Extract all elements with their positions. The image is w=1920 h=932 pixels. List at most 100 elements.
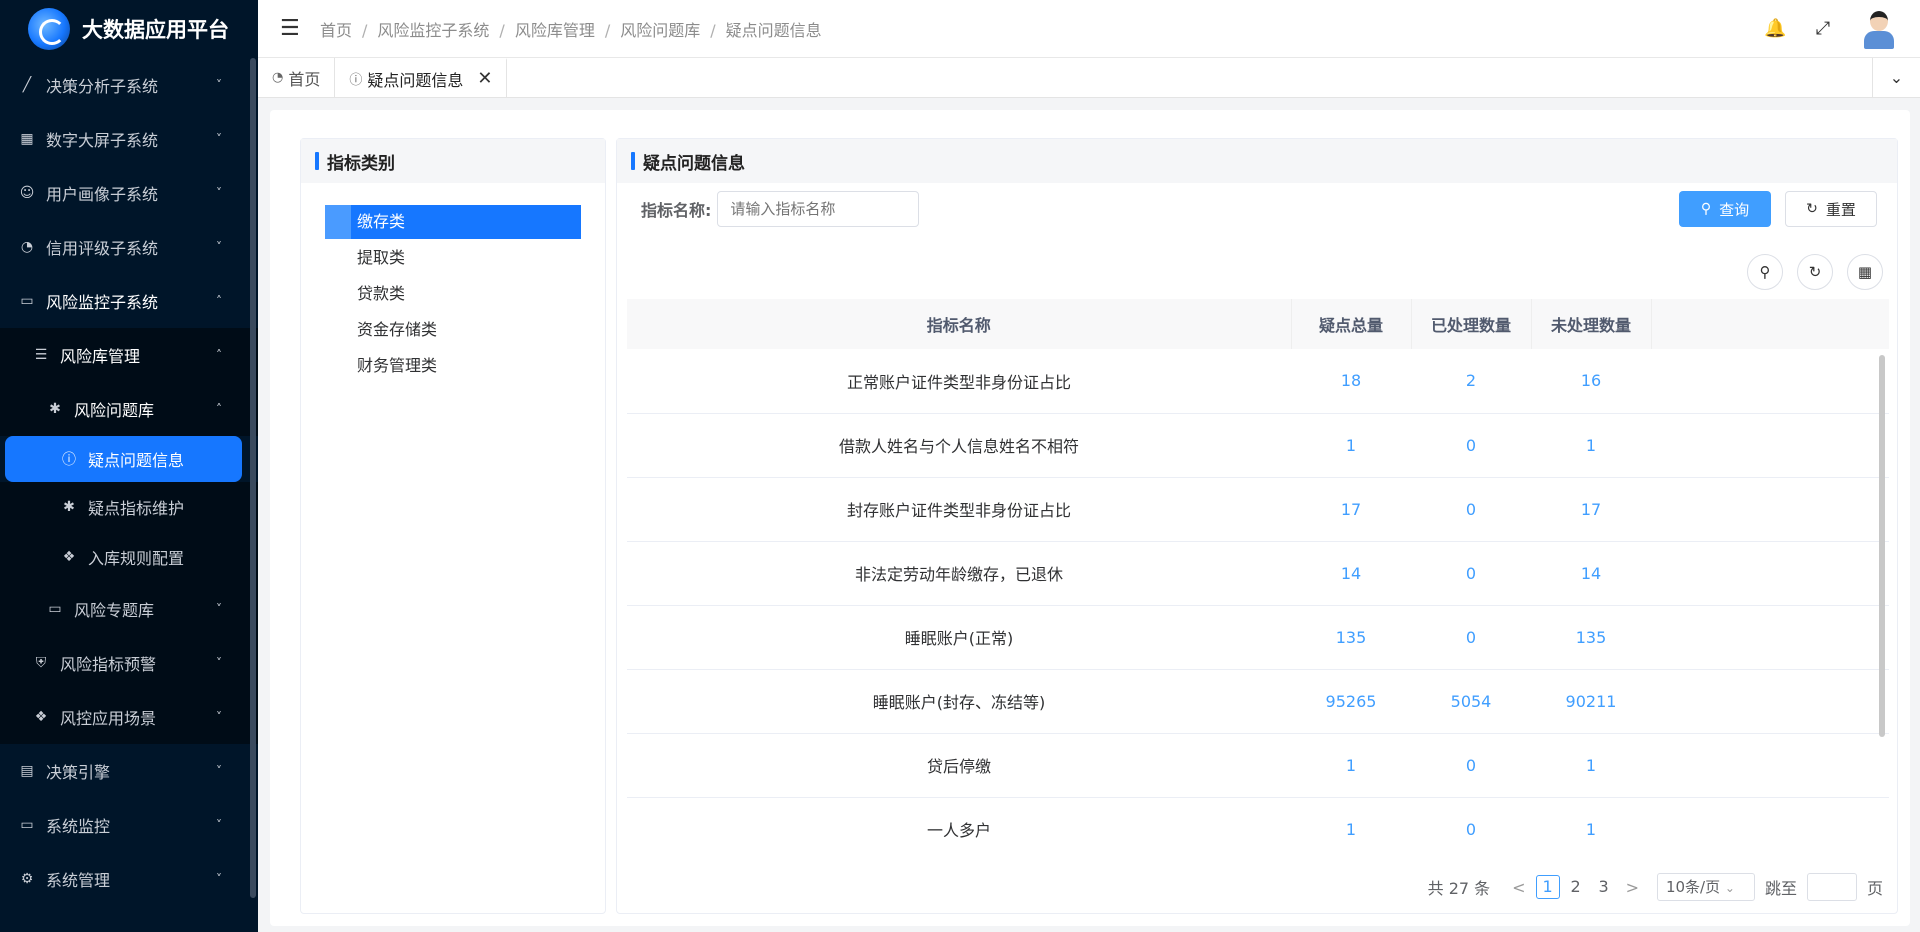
search-icon[interactable]: ⚲ [1747,254,1783,290]
category-item[interactable]: 缴存类 [325,205,581,239]
indicator-name-input[interactable] [717,191,920,227]
breadcrumb-item[interactable]: 风险监控子系统 [377,21,489,40]
sidebar-item-3[interactable]: ◔ 信用评级子系统 ˅ [0,220,258,274]
chevron-down-icon[interactable]: ⌄ [1872,58,1920,98]
sidebar-item-7[interactable]: ⓘ 疑点问题信息 [5,436,242,482]
sidebar-item-5[interactable]: ☰ 风险库管理 ˄ [0,328,258,382]
sidebar-item-9[interactable]: ❖ 入库规则配置 [0,532,258,582]
jump-page-input[interactable] [1806,873,1857,901]
fullscreen-icon[interactable]: ⤢ [1812,18,1834,40]
avatar[interactable] [1862,9,1896,49]
page-1[interactable]: 1 [1535,875,1560,899]
chevron-up-icon: ˄ [216,294,222,308]
page-2[interactable]: 2 [1564,875,1588,899]
sidebar-scrollbar[interactable] [250,58,256,898]
processed-cell[interactable]: 0 [1411,541,1531,606]
refresh-icon: ↻ [1806,201,1818,217]
breadcrumb-item[interactable]: 风险问题库 [620,21,700,40]
close-icon[interactable]: ✕ [477,68,492,89]
sidebar-item-6[interactable]: ✱ 风险问题库 ˄ [0,382,258,436]
breadcrumb-item[interactable]: 风险库管理 [515,21,595,40]
chevron-up-icon: ˄ [216,348,222,362]
sidebar-item-0[interactable]: ╱ 决策分析子系统 ˅ [0,58,258,112]
processed-cell[interactable]: 5054 [1411,669,1531,734]
processed-cell[interactable]: 2 [1411,349,1531,414]
sidebar-item-14[interactable]: ▭ 系统监控 ˅ [0,798,258,852]
sidebar-item-11[interactable]: ⛨ 风险指标预警 ˅ [0,636,258,690]
breadcrumb-item[interactable]: 首页 [320,21,352,40]
prev-page-icon[interactable]: < [1512,878,1525,897]
pagination: 共 27 条 < 1 2 3 > 10条/页 ⌄ 跳至 页 [1428,873,1883,901]
category-item[interactable]: 提取类 [325,241,581,275]
sidebar-item-label: 疑点问题信息 [88,451,185,470]
refresh-icon[interactable]: ↻ [1797,254,1833,290]
table-row[interactable]: 睡眠账户(正常) 135 0 135 [627,605,1889,670]
columns-icon[interactable]: ▦ [1847,254,1883,290]
sidebar-item-2[interactable]: ☺ 用户画像子系统 ˅ [0,166,258,220]
menu-fold-icon[interactable]: ☰ [280,16,300,41]
tab-suspicious-info[interactable]: ⓘ 疑点问题信息 ✕ [335,58,508,97]
total-cell[interactable]: 17 [1291,477,1411,542]
total-cell[interactable]: 18 [1291,349,1411,414]
sidebar-item-1[interactable]: ▦ 数字大屏子系统 ˅ [0,112,258,166]
apps-icon: ❖ [34,709,48,725]
sidebar-item-label: 信用评级子系统 [46,239,159,258]
total-cell[interactable]: 1 [1291,797,1411,849]
processed-cell[interactable]: 0 [1411,605,1531,670]
sidebar-item-8[interactable]: ✱ 疑点指标维护 [0,482,258,532]
table-row[interactable]: 睡眠账户(封存、冻结等) 95265 5054 90211 [627,669,1889,734]
unprocessed-cell[interactable]: 17 [1531,477,1651,542]
page-3[interactable]: 3 [1592,875,1616,899]
unprocessed-cell[interactable]: 1 [1531,413,1651,478]
table-row[interactable]: 一人多户 1 0 1 [627,797,1889,849]
unprocessed-cell[interactable]: 16 [1531,349,1651,414]
total-cell[interactable]: 95265 [1291,669,1411,734]
sidebar-item-label: 用户画像子系统 [46,185,159,204]
reset-button[interactable]: ↻ 重置 [1785,191,1877,227]
sidebar-item-label: 风险库管理 [60,347,141,366]
table-scrollbar[interactable] [1879,355,1885,737]
table-row[interactable]: 贷后停缴 1 0 1 [627,733,1889,798]
next-page-icon[interactable]: > [1626,878,1639,897]
total-cell[interactable]: 135 [1291,605,1411,670]
sidebar-item-13[interactable]: ▤ 决策引擎 ˅ [0,744,258,798]
total-cell[interactable]: 1 [1291,413,1411,478]
processed-cell[interactable]: 0 [1411,797,1531,849]
table-row[interactable]: 借款人姓名与个人信息姓名不相符 1 0 1 [627,413,1889,478]
grid-icon: ▦ [20,131,34,147]
processed-cell[interactable]: 0 [1411,733,1531,798]
sidebar-item-10[interactable]: ▭ 风险专题库 ˅ [0,582,258,636]
sidebar-item-15[interactable]: ⚙ 系统管理 ˅ [0,852,258,906]
unprocessed-cell[interactable]: 1 [1531,797,1651,849]
gauge-icon: ◔ [20,239,34,255]
category-item[interactable]: 贷款类 [325,277,581,311]
indicator-name-label: 指标名称: [641,201,712,220]
page-size-select[interactable]: 10条/页 ⌄ [1656,873,1755,901]
unprocessed-cell[interactable]: 90211 [1531,669,1651,734]
processed-cell[interactable]: 0 [1411,413,1531,478]
table-row[interactable]: 封存账户证件类型非身份证占比 17 0 17 [627,477,1889,542]
query-button[interactable]: ⚲ 查询 [1679,191,1771,227]
sidebar-item-4[interactable]: ▭ 风险监控子系统 ˄ [0,274,258,328]
logo-icon [28,8,70,50]
tab-home[interactable]: ◔ 首页 [258,58,336,97]
bell-icon[interactable]: 🔔 [1764,18,1786,40]
suspicious-info-panel: 疑点问题信息 指标名称: ⚲ 查询 ↻ 重置 ⚲ ↻ ▦ [616,138,1898,914]
sidebar-item-12[interactable]: ❖ 风控应用场景 ˅ [0,690,258,744]
unprocessed-cell[interactable]: 135 [1531,605,1651,670]
table-row[interactable]: 非法定劳动年龄缴存，已退休 14 0 14 [627,541,1889,606]
col-header-total: 疑点总量 [1291,299,1412,349]
breadcrumb-separator: / [499,20,505,40]
total-cell[interactable]: 14 [1291,541,1411,606]
app-title: 大数据应用平台 [82,18,229,42]
unprocessed-cell[interactable]: 1 [1531,733,1651,798]
document-icon: ▤ [20,763,34,779]
processed-cell[interactable]: 0 [1411,477,1531,542]
gear-icon: ⚙ [20,871,34,887]
indicator-name-cell: 非法定劳动年龄缴存，已退休 [627,541,1291,606]
total-cell[interactable]: 1 [1291,733,1411,798]
category-item[interactable]: 财务管理类 [325,349,581,383]
category-item[interactable]: 资金存储类 [325,313,581,347]
unprocessed-cell[interactable]: 14 [1531,541,1651,606]
table-row[interactable]: 正常账户证件类型非身份证占比 18 2 16 [627,349,1889,414]
